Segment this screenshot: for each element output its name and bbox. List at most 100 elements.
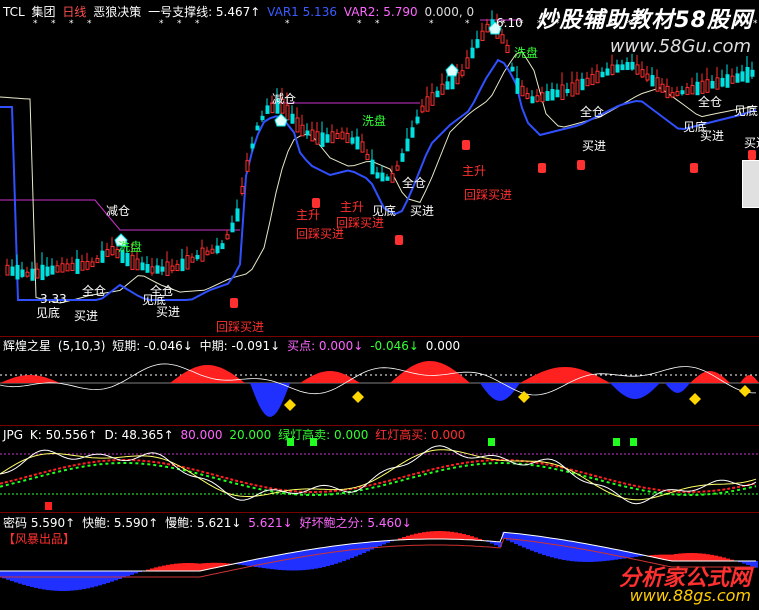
candle-body: [320, 132, 325, 148]
signal-diamond-icon: [739, 385, 751, 397]
main-chart-pane[interactable]: * * * * * * * * * * * * * * * * * * * * * * * TCL 集团 日线 恶狼决策 一…: [0, 0, 759, 336]
candle-body: [295, 117, 300, 133]
symbol-label: TCL: [3, 5, 25, 19]
candle-body: [290, 113, 295, 124]
green-light-marker: [630, 438, 637, 446]
candle-body: [230, 222, 235, 233]
candle-body: [60, 263, 65, 273]
var2-label: VAR2: 5.790: [343, 5, 418, 19]
candle-body: [535, 95, 540, 102]
candle-body: [235, 208, 240, 222]
popup-window[interactable]: [742, 160, 759, 208]
candle-body: [260, 115, 265, 121]
signal-label: 洗盘: [514, 46, 539, 60]
candle-body: [185, 255, 190, 270]
candle-body: [5, 264, 10, 276]
candle-body: [625, 62, 630, 70]
candle-body: [425, 96, 430, 112]
candle-body: [715, 77, 720, 90]
signal-label: 全仓: [402, 176, 427, 190]
pane4-tag: 【风暴出品】: [3, 532, 76, 546]
candle-body: [520, 85, 525, 97]
j-line: [0, 462, 757, 496]
pane4-header: 密码 5.590↑ 快鲍: 5.590↑ 慢鲍: 5.621↓ 5.621↓ 好…: [3, 514, 415, 531]
positive-area: [690, 371, 730, 383]
star-marker: *: [177, 19, 182, 29]
candle-body: [550, 89, 555, 101]
candle-body: [365, 153, 370, 161]
signal-label: 买进: [582, 139, 607, 153]
candle-body: [55, 265, 60, 273]
candle-body: [745, 67, 750, 83]
main-header: TCL 集团 日线 恶狼决策 一号支撑线: 5.467↑ VAR1 5.136 …: [3, 3, 477, 20]
candle-body: [620, 64, 625, 71]
buy-signal-box: [577, 160, 585, 170]
signal-label: 主升: [340, 200, 365, 214]
buy-signal-box: [538, 163, 546, 173]
candle-body: [340, 131, 345, 140]
candle-body: [25, 271, 30, 277]
period-label: 日线: [62, 5, 87, 19]
pane3-k: K: 50.556↑: [29, 428, 98, 442]
candle-body: [200, 247, 205, 262]
candle-body: [165, 261, 170, 276]
candle-body: [725, 74, 730, 88]
pane2-v2: 0.000: [425, 339, 461, 353]
candle-body: [205, 250, 210, 256]
positive-area: [390, 361, 470, 383]
candle-body: [155, 265, 160, 274]
negative-area: [250, 383, 290, 417]
signal-label: 回踩买进: [464, 188, 513, 202]
candle-body: [195, 254, 200, 260]
watermark-bottom-url: www.88gs.com: [629, 586, 751, 605]
candle-body: [445, 81, 450, 90]
signal-label: 买进: [74, 309, 99, 323]
star-marker: *: [51, 19, 56, 29]
candle-body: [210, 248, 215, 254]
extra-label: 0.000, 0: [424, 5, 475, 19]
candle-body: [570, 82, 575, 97]
candle-body: [650, 75, 655, 87]
signal-diamond-icon: [518, 391, 530, 403]
candle-body: [475, 39, 480, 48]
pane3-header: JPG K: 50.556↑ D: 48.365↑ 80.000 20.000 …: [3, 426, 468, 443]
candle-body: [380, 172, 385, 182]
candle-body: [240, 185, 245, 195]
candle-body: [105, 249, 110, 257]
candle-body: [250, 143, 255, 149]
star-marker: *: [357, 19, 362, 29]
candle-body: [530, 96, 535, 104]
candle-body: [370, 159, 375, 175]
candle-body: [180, 258, 185, 272]
candle-body: [50, 265, 55, 275]
candle-body: [395, 165, 400, 171]
candle-body: [595, 70, 600, 84]
candle-body: [580, 78, 585, 91]
pane3-title: JPG: [3, 428, 24, 442]
candle-body: [730, 75, 735, 84]
signal-label: 买进: [156, 305, 181, 319]
candle-body: [635, 64, 640, 75]
candle-body: [430, 92, 435, 106]
pane2-buy: 买点: 0.000↓: [287, 339, 364, 353]
positive-area: [0, 375, 60, 383]
candle-body: [465, 57, 470, 69]
candle-body: [655, 77, 660, 92]
candle-body: [215, 245, 220, 254]
indicator-pane-jpg[interactable]: JPG K: 50.556↑ D: 48.365↑ 80.000 20.000 …: [0, 426, 759, 512]
candle-body: [80, 261, 85, 271]
candle-body: [585, 77, 590, 87]
candle-body: [315, 131, 320, 145]
candle-body: [750, 69, 755, 77]
pane2-v1: -0.046↓: [370, 339, 419, 353]
candle-body: [615, 64, 620, 73]
signal-label: 全仓: [82, 284, 107, 298]
candle-body: [40, 264, 45, 281]
candle-body: [95, 257, 100, 264]
candle-body: [505, 44, 510, 54]
candle-body: [150, 266, 155, 274]
indicator-pane-huihuang[interactable]: 辉煌之星 (5,10,3) 短期: -0.046↓ 中期: -0.091↓ 买点…: [0, 337, 759, 425]
candle-body: [130, 254, 135, 270]
candle-body: [675, 91, 680, 96]
star-marker: *: [195, 19, 200, 29]
